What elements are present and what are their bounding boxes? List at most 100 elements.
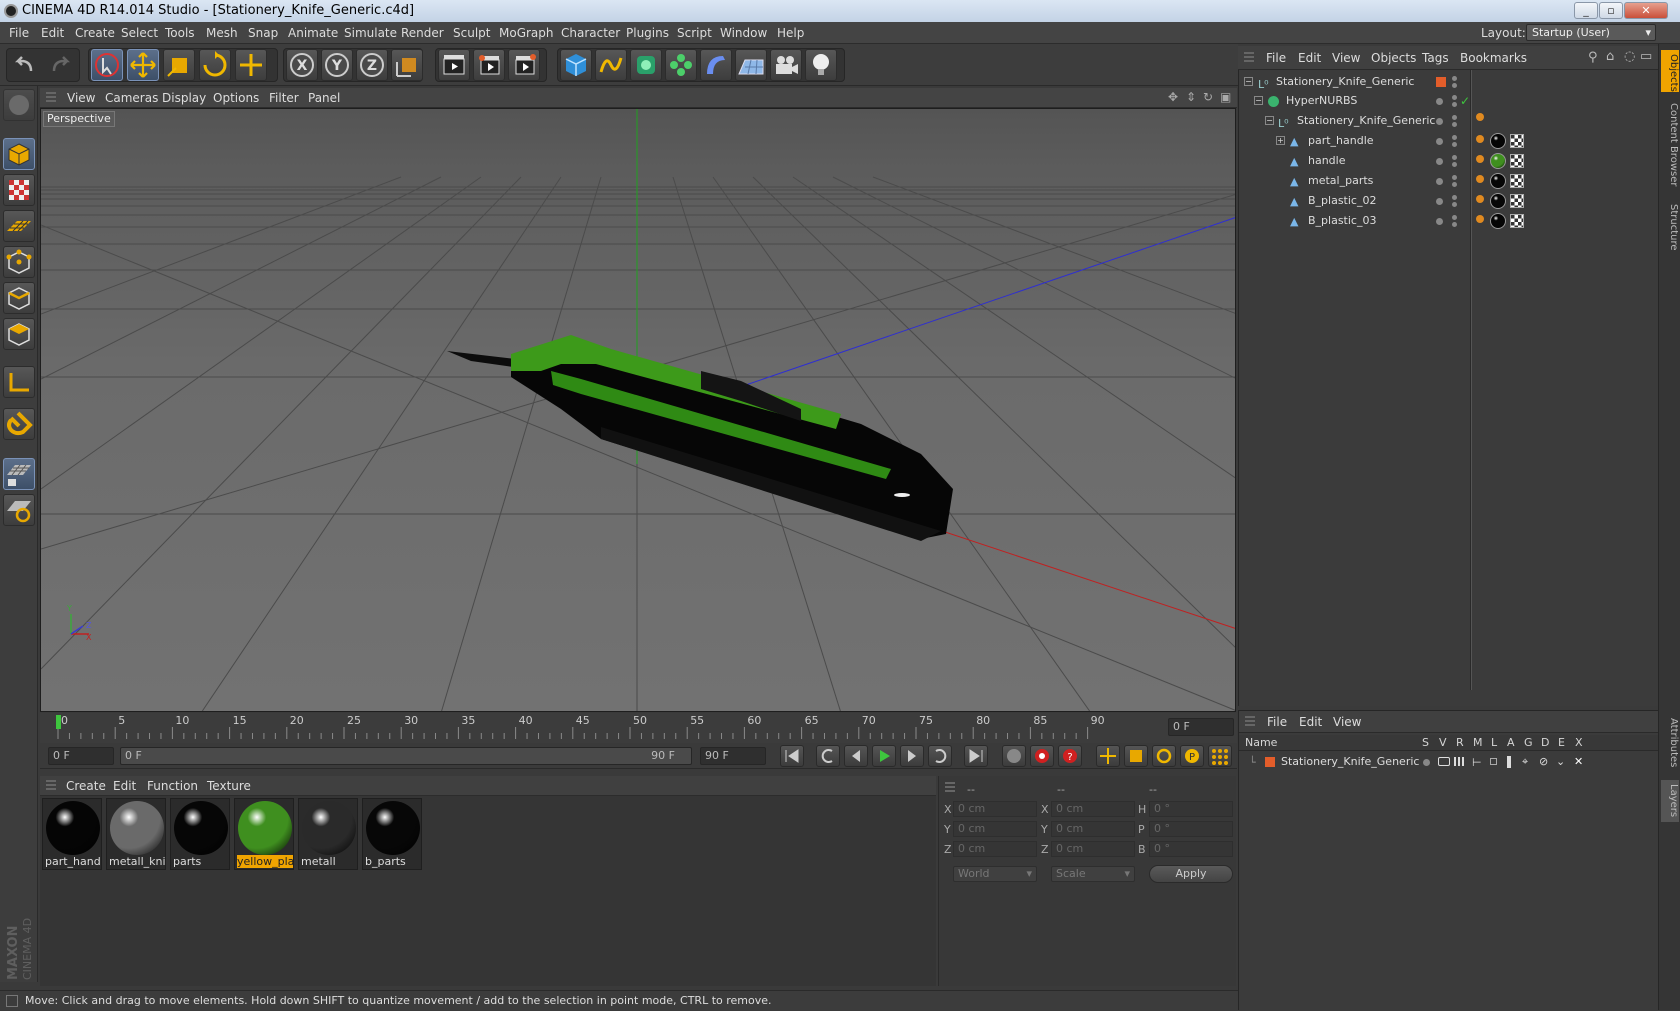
texture-mode-icon[interactable] — [3, 174, 35, 206]
viewport-menu-filter[interactable]: Filter — [269, 88, 299, 108]
pos-z-field[interactable]: 0 cm — [953, 841, 1037, 857]
menu-help[interactable]: Help — [777, 22, 804, 44]
visibility-dot[interactable] — [1436, 118, 1443, 125]
recent-tool-icon[interactable] — [235, 49, 267, 81]
enabled-check-icon[interactable]: ✓ — [1460, 91, 1470, 111]
expression-toggle-icon[interactable]: ⌄ — [1556, 752, 1565, 772]
xref-toggle-icon[interactable]: ✕ — [1574, 752, 1583, 772]
toggle-layout-icon[interactable]: ▣ — [1220, 90, 1231, 104]
scale-tool-icon[interactable] — [163, 49, 195, 81]
undo-icon[interactable] — [9, 49, 41, 81]
menu-mesh[interactable]: Mesh — [206, 22, 238, 44]
axis-mode-icon[interactable] — [3, 366, 35, 398]
spline-pen-icon[interactable] — [595, 49, 627, 81]
tab-attributes[interactable]: Attributes — [1661, 712, 1679, 774]
material-menu-create[interactable]: Create — [66, 776, 106, 796]
render-picture-viewer-icon[interactable] — [473, 49, 505, 81]
viewport-menu-view[interactable]: View — [67, 88, 95, 108]
visibility-dot[interactable] — [1436, 98, 1443, 105]
menu-render[interactable]: Render — [401, 22, 444, 44]
apply-button[interactable]: Apply — [1149, 865, 1233, 883]
zoom-view-icon[interactable]: ⇕ — [1186, 90, 1196, 104]
next-frame-icon[interactable] — [900, 745, 924, 767]
menu-mograph[interactable]: MoGraph — [499, 22, 554, 44]
menu-snap[interactable]: Snap — [248, 22, 278, 44]
hypernurbs-icon[interactable] — [630, 49, 662, 81]
menu-plugins[interactable]: Plugins — [626, 22, 669, 44]
material-tag-icon[interactable] — [1490, 133, 1506, 149]
editor-dot[interactable] — [1452, 135, 1457, 140]
search-icon[interactable]: ⚲ — [1588, 50, 1598, 65]
layout-select[interactable]: Startup (User) ▾ — [1526, 24, 1656, 41]
close-button[interactable]: ✕ — [1624, 2, 1668, 19]
x-axis-lock-icon[interactable]: X — [286, 49, 318, 81]
material-swatch[interactable]: yellow_pla: — [234, 798, 294, 870]
deformer-toggle-icon[interactable]: ⊘ — [1539, 752, 1548, 772]
menu-character[interactable]: Character — [561, 22, 620, 44]
tree-row[interactable]: − HyperNURBS ✓ — [1238, 91, 1658, 111]
previous-key-icon[interactable] — [816, 745, 840, 767]
previous-frame-icon[interactable] — [844, 745, 868, 767]
collapse-icon[interactable]: − — [1254, 96, 1263, 105]
rotate-tool-icon[interactable] — [199, 49, 231, 81]
home-icon[interactable]: ⌂ — [1606, 49, 1614, 64]
snap-magnet-icon[interactable] — [3, 408, 35, 440]
visibility-dot[interactable] — [1436, 198, 1443, 205]
coordinate-system-icon[interactable] — [391, 49, 423, 81]
tree-row[interactable]: ▲ B_plastic_02 — [1238, 191, 1658, 211]
material-tag-icon[interactable] — [1490, 193, 1506, 209]
play-icon[interactable] — [872, 745, 896, 767]
render-toggle-icon[interactable] — [1454, 757, 1466, 766]
phong-tag-icon[interactable] — [1476, 175, 1484, 183]
menu-script[interactable]: Script — [677, 22, 712, 44]
minimize-button[interactable]: _ — [1574, 2, 1598, 19]
tab-structure[interactable]: Structure — [1661, 198, 1679, 256]
editor-dot[interactable] — [1452, 175, 1457, 180]
editor-dot[interactable] — [1452, 155, 1457, 160]
pan-view-icon[interactable]: ✥ — [1168, 90, 1178, 104]
layers-menu-edit[interactable]: Edit — [1299, 711, 1322, 733]
timeline-ruler[interactable]: 0 5 10 15 20 25 30 35 40 45 50 55 60 65 70 75 80 85 90 0 F — [40, 713, 1237, 743]
tree-row[interactable]: ▲ B_plastic_03 — [1238, 211, 1658, 231]
editor-dot[interactable] — [1452, 195, 1457, 200]
go-to-start-icon[interactable] — [780, 745, 804, 767]
redo-icon[interactable] — [44, 49, 76, 81]
menu-tools[interactable]: Tools — [165, 22, 195, 44]
edges-mode-icon[interactable] — [3, 282, 35, 314]
uvw-tag-icon[interactable] — [1510, 194, 1524, 208]
navigate-back-icon[interactable]: ◌ — [1624, 49, 1635, 64]
objects-menu-file[interactable]: File — [1266, 46, 1286, 70]
material-menu-function[interactable]: Function — [147, 776, 198, 796]
autokeying-icon[interactable] — [1030, 745, 1054, 767]
size-x-field[interactable]: 0 cm — [1051, 801, 1135, 817]
editor-dot[interactable] — [1452, 115, 1457, 120]
phong-tag-icon[interactable] — [1476, 195, 1484, 203]
material-menu-edit[interactable]: Edit — [113, 776, 136, 796]
objects-menu-edit[interactable]: Edit — [1298, 46, 1321, 70]
render-dot[interactable] — [1452, 182, 1457, 187]
objects-menu-objects[interactable]: Objects — [1371, 46, 1416, 70]
layers-menu-view[interactable]: View — [1333, 711, 1361, 733]
visibility-dot[interactable] — [1436, 218, 1443, 225]
record-keys-icon[interactable] — [1002, 745, 1026, 767]
floor-icon[interactable] — [735, 49, 767, 81]
viewport-menu-panel[interactable]: Panel — [308, 88, 340, 108]
rotate-view-icon[interactable]: ↻ — [1203, 90, 1213, 104]
tab-content-browser[interactable]: Content Browser — [1661, 98, 1679, 192]
collapse-icon[interactable]: − — [1265, 116, 1274, 125]
points-mode-icon[interactable] — [3, 246, 35, 278]
key-rotation-icon[interactable] — [1152, 745, 1176, 767]
workplane-icon[interactable] — [3, 210, 35, 242]
material-tag-icon[interactable] — [1490, 153, 1506, 169]
render-dot[interactable] — [1452, 142, 1457, 147]
pos-y-field[interactable]: 0 cm — [953, 821, 1037, 837]
z-axis-lock-icon[interactable]: Z — [356, 49, 388, 81]
visibility-dot[interactable] — [1452, 76, 1457, 81]
menu-edit[interactable]: Edit — [41, 22, 64, 44]
coordinate-space-select[interactable]: World ▾ — [953, 866, 1037, 882]
rot-b-field[interactable]: 0 ° — [1149, 841, 1233, 857]
end-frame-field[interactable]: 90 F — [700, 747, 766, 765]
size-y-field[interactable]: 0 cm — [1051, 821, 1135, 837]
visibility-dot[interactable] — [1436, 138, 1443, 145]
material-menu-texture[interactable]: Texture — [207, 776, 251, 796]
